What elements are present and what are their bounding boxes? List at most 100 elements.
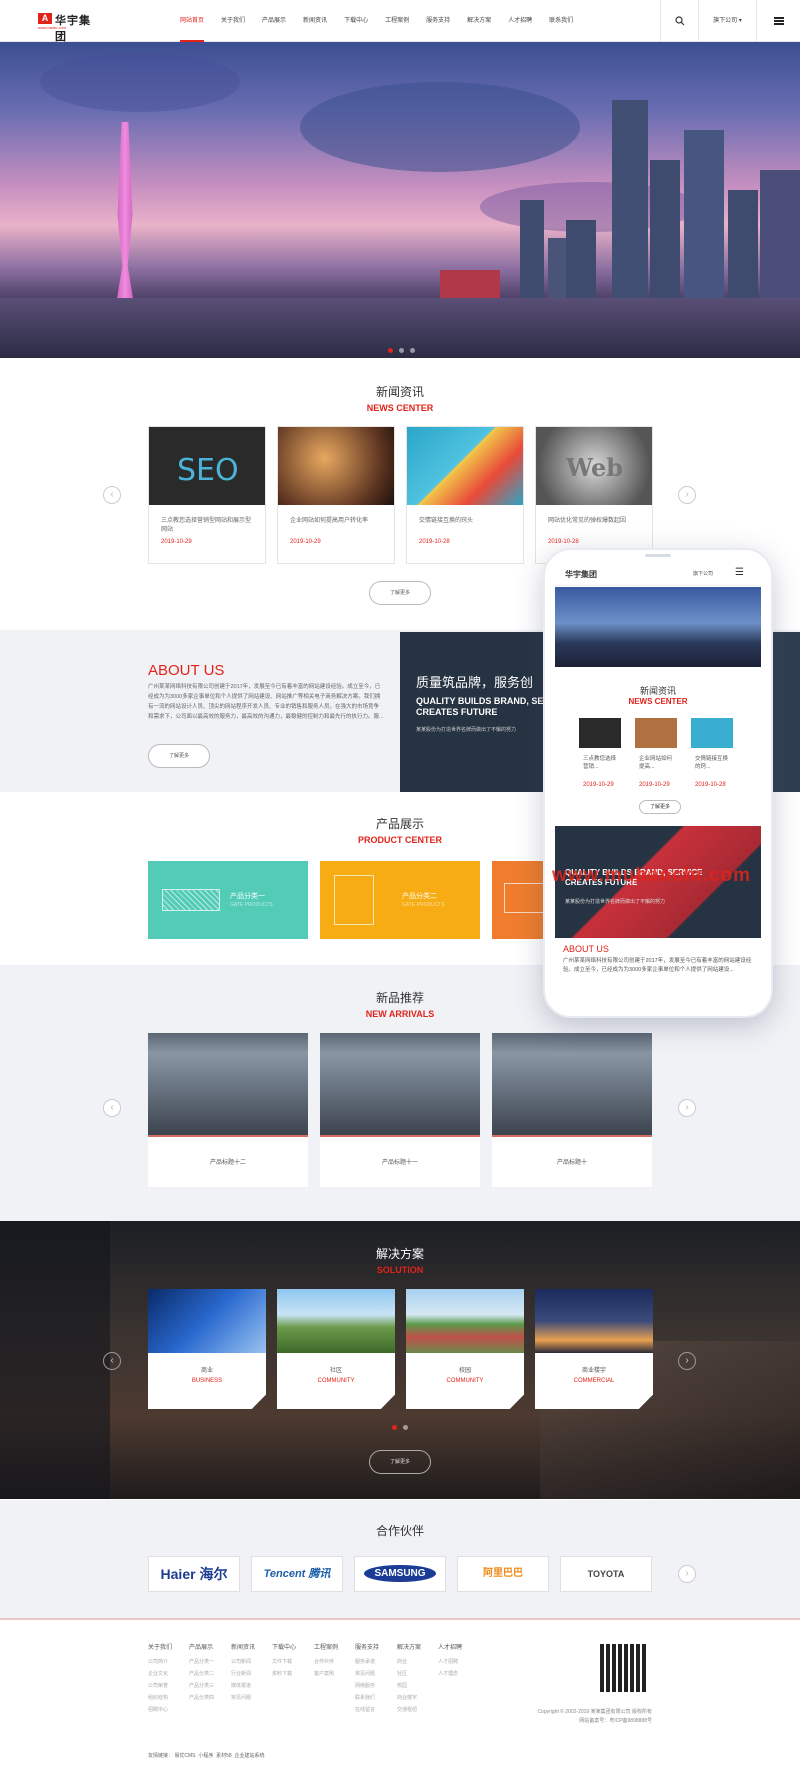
- footer-col-download: 下载中心 文件下载 资料下载: [272, 1645, 297, 1677]
- search-button[interactable]: [660, 0, 698, 42]
- footer-col-jobs: 人才招聘 人才招聘 人才理念: [438, 1645, 463, 1677]
- solution-pagination: [392, 1425, 408, 1430]
- news-title: 网站优化常见的弹权爆数起因: [548, 518, 627, 524]
- product-image: [492, 1033, 652, 1137]
- friend-links: 友情链接： 易优CMS 小程序 素材58 企业建站系统: [148, 1753, 265, 1759]
- arrivals-prev-arrow[interactable]: ‹: [103, 1099, 121, 1117]
- mobile-more-button[interactable]: 了解更多: [639, 800, 681, 814]
- product-title: 产品标题十: [556, 1160, 587, 1166]
- news-date: 2019-10-29: [290, 539, 321, 545]
- footer-col-products: 产品展示 产品分类一 产品分类二 产品分类三 产品分类四: [189, 1645, 215, 1701]
- nav-item-jobs[interactable]: 人才招聘: [508, 0, 532, 42]
- mobile-screen: 华宇集团 旗下公司 ☰ 新闻资讯 NEWS CENTER 三点教您选择营销...…: [555, 560, 761, 1006]
- hero-pagination: [388, 348, 415, 353]
- logo-icon: A: [38, 13, 52, 24]
- news-more-button[interactable]: 了解更多: [369, 581, 431, 605]
- news-thumb: [407, 427, 523, 505]
- footer-col-solution: 解决方案 商业 社区 校园 商业楼宇 交通枢纽: [397, 1645, 422, 1713]
- nav-item-solution[interactable]: 解决方案: [467, 0, 491, 42]
- solution-prev-arrow[interactable]: ‹: [103, 1352, 121, 1370]
- solution-card[interactable]: 商业楼宇 COMMERCIAL: [535, 1289, 653, 1409]
- mobile-hero: [555, 587, 761, 667]
- solution-card[interactable]: 校园 COMMUNITY: [406, 1289, 524, 1409]
- solution-card[interactable]: 社区 COMMUNITY: [277, 1289, 395, 1409]
- news-card[interactable]: SEO 三点教您选择营销型网站和展示型网站 2019-10-29: [148, 426, 266, 564]
- nav-item-about[interactable]: 关于我们: [221, 0, 245, 42]
- nav-item-products[interactable]: 产品展示: [262, 0, 286, 42]
- partner-logo-alibaba[interactable]: 阿里巴巴: [457, 1556, 549, 1592]
- product-image: [148, 1033, 308, 1137]
- about-more-button[interactable]: 了解更多: [148, 744, 210, 768]
- slogan-cn: 质量筑品牌，服务创: [416, 675, 534, 690]
- news-title: 交情链接互换的窍头: [419, 518, 474, 524]
- nav-item-contact[interactable]: 联系我们: [549, 0, 573, 42]
- nav-item-support[interactable]: 服务支持: [426, 0, 450, 42]
- gate-icon: [162, 889, 220, 911]
- news-next-arrow[interactable]: ›: [678, 486, 696, 504]
- mobile-menu-icon[interactable]: ☰: [735, 567, 744, 578]
- about-title: ABOUT US: [148, 662, 225, 679]
- product-title: 产品标题十一: [381, 1160, 418, 1166]
- site-header: A 华宇集团 www.baidu.com 网站首页 关于我们 产品展示 新闻资讯…: [0, 0, 800, 43]
- product-category-card[interactable]: 产品分类二 GATE PRODUCTS: [320, 861, 480, 939]
- news-section-title: 新闻资讯 NEWS CENTER: [366, 385, 434, 413]
- subsidiary-label: 旗下公司: [713, 18, 738, 24]
- news-thumb: Web: [536, 427, 652, 505]
- news-card[interactable]: 企业网站如何提高用户转化率 2019-10-29: [277, 426, 395, 564]
- nav-item-home[interactable]: 网站首页: [180, 0, 205, 42]
- hero-banner[interactable]: [0, 42, 800, 358]
- watermark: www.mubaochi.com: [552, 865, 751, 886]
- logo-url: www.baidu.com: [38, 25, 67, 30]
- partners-section-title: 合作伙伴: [375, 1524, 424, 1538]
- slogan-sub: 某某股份为打造世界名牌而做出了不懈的努力: [416, 727, 517, 733]
- product-card[interactable]: 产品标题十二: [148, 1033, 308, 1187]
- partner-logo-haier[interactable]: Haier 海尔: [148, 1556, 240, 1592]
- subsidiary-dropdown[interactable]: 旗下公司 ▾: [698, 0, 756, 42]
- solution-more-button[interactable]: 了解更多: [369, 1450, 431, 1474]
- solution-next-arrow[interactable]: ›: [678, 1352, 696, 1370]
- news-date: 2019-10-29: [161, 539, 192, 545]
- menu-icon: [774, 17, 784, 19]
- caret-down-icon: ▾: [738, 18, 742, 24]
- solution-section-title: 解决方案 SOLUTION: [375, 1247, 424, 1275]
- partner-logo-samsung[interactable]: SAMSUNG: [354, 1556, 446, 1592]
- copyright: Copyright © 2002-2019 某某集团有限公司 版权所有 网站备案号…: [537, 1709, 652, 1724]
- news-title: 企业网站如何提高用户转化率: [290, 518, 369, 524]
- product-image: [320, 1033, 480, 1137]
- barrier-icon: [504, 883, 544, 913]
- product-title: 产品标题十二: [209, 1160, 246, 1166]
- menu-button[interactable]: [756, 0, 800, 42]
- site-footer: 关于我们 公司简介 企业文化 公司荣誉 组织结构 招聘中心 产品展示 产品分类一 产品分类二产…: [0, 1618, 800, 1766]
- site-logo[interactable]: A 华宇集团 www.baidu.com: [38, 12, 100, 43]
- news-date: 2019-10-28: [419, 539, 450, 545]
- news-date: 2019-10-28: [548, 539, 579, 545]
- search-icon: [675, 16, 685, 26]
- partner-logo-tencent[interactable]: Tencent 腾讯: [251, 1556, 343, 1592]
- mobile-logo[interactable]: 华宇集团: [565, 569, 597, 580]
- product-category-card[interactable]: 产品分类一 GATE PRODUCTS: [148, 861, 308, 939]
- product-card[interactable]: 产品标题十: [492, 1033, 652, 1187]
- footer-col-about: 关于我们 公司简介 企业文化 公司荣誉 组织结构 招聘中心: [148, 1645, 173, 1713]
- footer-col-support: 服务支持 服务承诺 常见问题 网络服务 联系我们 在线留言: [355, 1645, 380, 1713]
- product-card[interactable]: 产品标题十一: [320, 1033, 480, 1187]
- footer-col-cases: 工程案例 合作伙伴 客户案例: [314, 1645, 339, 1677]
- partner-logo-toyota[interactable]: TOYOTA: [560, 1556, 652, 1592]
- mobile-subsidiary[interactable]: 旗下公司: [693, 570, 713, 577]
- news-prev-arrow[interactable]: ‹: [103, 486, 121, 504]
- mobile-preview: 华宇集团 旗下公司 ☰ 新闻资讯 NEWS CENTER 三点教您选择营销...…: [543, 548, 773, 1018]
- partners-next-arrow[interactable]: ›: [678, 1565, 696, 1583]
- solution-card[interactable]: 商业 BUSINESS: [148, 1289, 266, 1409]
- qr-code: [600, 1644, 648, 1692]
- news-title: 三点教您选择营销型网站和展示型网站: [161, 518, 252, 533]
- about-text: 广州某某网络科技有限公司创建于2017年，发展至今已有着丰富的网站建设经验。成立…: [148, 684, 384, 720]
- arrivals-next-arrow[interactable]: ›: [678, 1099, 696, 1117]
- news-card[interactable]: 交情链接互换的窍头 2019-10-28: [406, 426, 524, 564]
- news-thumb: [278, 427, 394, 505]
- nav-item-download[interactable]: 下载中心: [344, 0, 368, 42]
- main-nav: 网站首页 关于我们 产品展示 新闻资讯 下载中心 工程案例 服务支持 解决方案 …: [180, 0, 590, 42]
- nav-item-cases[interactable]: 工程案例: [385, 0, 409, 42]
- turnstile-icon: [334, 875, 374, 925]
- news-thumb: SEO: [149, 427, 265, 505]
- nav-item-news[interactable]: 新闻资讯: [303, 0, 327, 42]
- news-card[interactable]: Web 网站优化常见的弹权爆数起因 2019-10-28: [535, 426, 653, 564]
